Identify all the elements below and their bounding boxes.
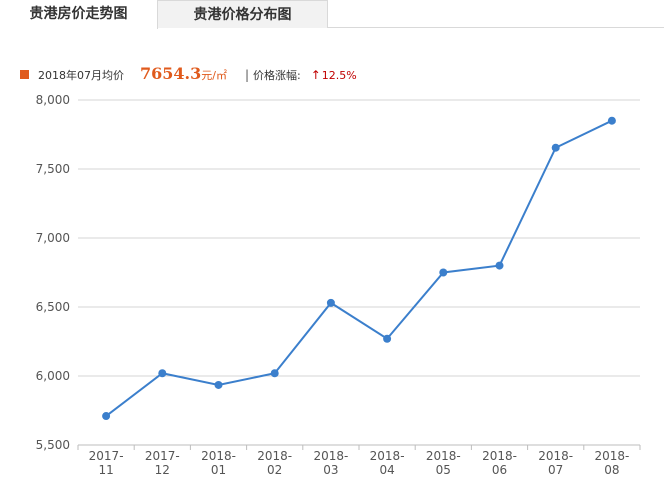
data-point[interactable] xyxy=(158,369,167,378)
y-tick-label: 7,500 xyxy=(36,162,70,176)
data-point[interactable] xyxy=(607,116,616,125)
x-tick-label: 2018- xyxy=(482,449,517,463)
x-tick-label: 2018- xyxy=(313,449,348,463)
x-tick-label: 2018- xyxy=(370,449,405,463)
x-tick-label-month: 06 xyxy=(492,463,507,477)
y-tick-label: 6,500 xyxy=(36,300,70,314)
y-tick-label: 8,000 xyxy=(36,93,70,107)
price-trend-chart: 8,0007,5007,0006,5006,0005,500 2017-1120… xyxy=(36,93,641,477)
data-point[interactable] xyxy=(495,261,504,270)
data-point[interactable] xyxy=(551,143,560,152)
x-tick-label: 2018- xyxy=(426,449,461,463)
x-tick-label: 2018- xyxy=(201,449,236,463)
x-tick-label: 2018- xyxy=(594,449,629,463)
x-tick-label-month: 11 xyxy=(98,463,113,477)
data-point[interactable] xyxy=(383,334,392,343)
series-line xyxy=(105,119,613,417)
x-tick-label-month: 05 xyxy=(436,463,451,477)
x-tick-label: 2017- xyxy=(145,449,180,463)
x-tick-label-month: 01 xyxy=(211,463,226,477)
x-tick-label-month: 04 xyxy=(379,463,394,477)
data-point[interactable] xyxy=(102,412,111,421)
y-tick-label: 7,000 xyxy=(36,231,70,245)
data-point[interactable] xyxy=(439,268,448,277)
x-tick-label-month: 02 xyxy=(267,463,282,477)
x-tick-label-month: 08 xyxy=(604,463,619,477)
data-point[interactable] xyxy=(270,369,279,378)
y-tick-label: 6,000 xyxy=(36,369,70,383)
data-point[interactable] xyxy=(214,380,223,389)
y-tick-label: 5,500 xyxy=(36,438,70,452)
data-point[interactable] xyxy=(326,298,335,307)
x-tick-label-month: 12 xyxy=(155,463,170,477)
x-tick-label-month: 03 xyxy=(323,463,338,477)
x-tick-label: 2018- xyxy=(538,449,573,463)
x-tick-label-month: 07 xyxy=(548,463,563,477)
x-tick-label: 2017- xyxy=(89,449,124,463)
x-tick-label: 2018- xyxy=(257,449,292,463)
